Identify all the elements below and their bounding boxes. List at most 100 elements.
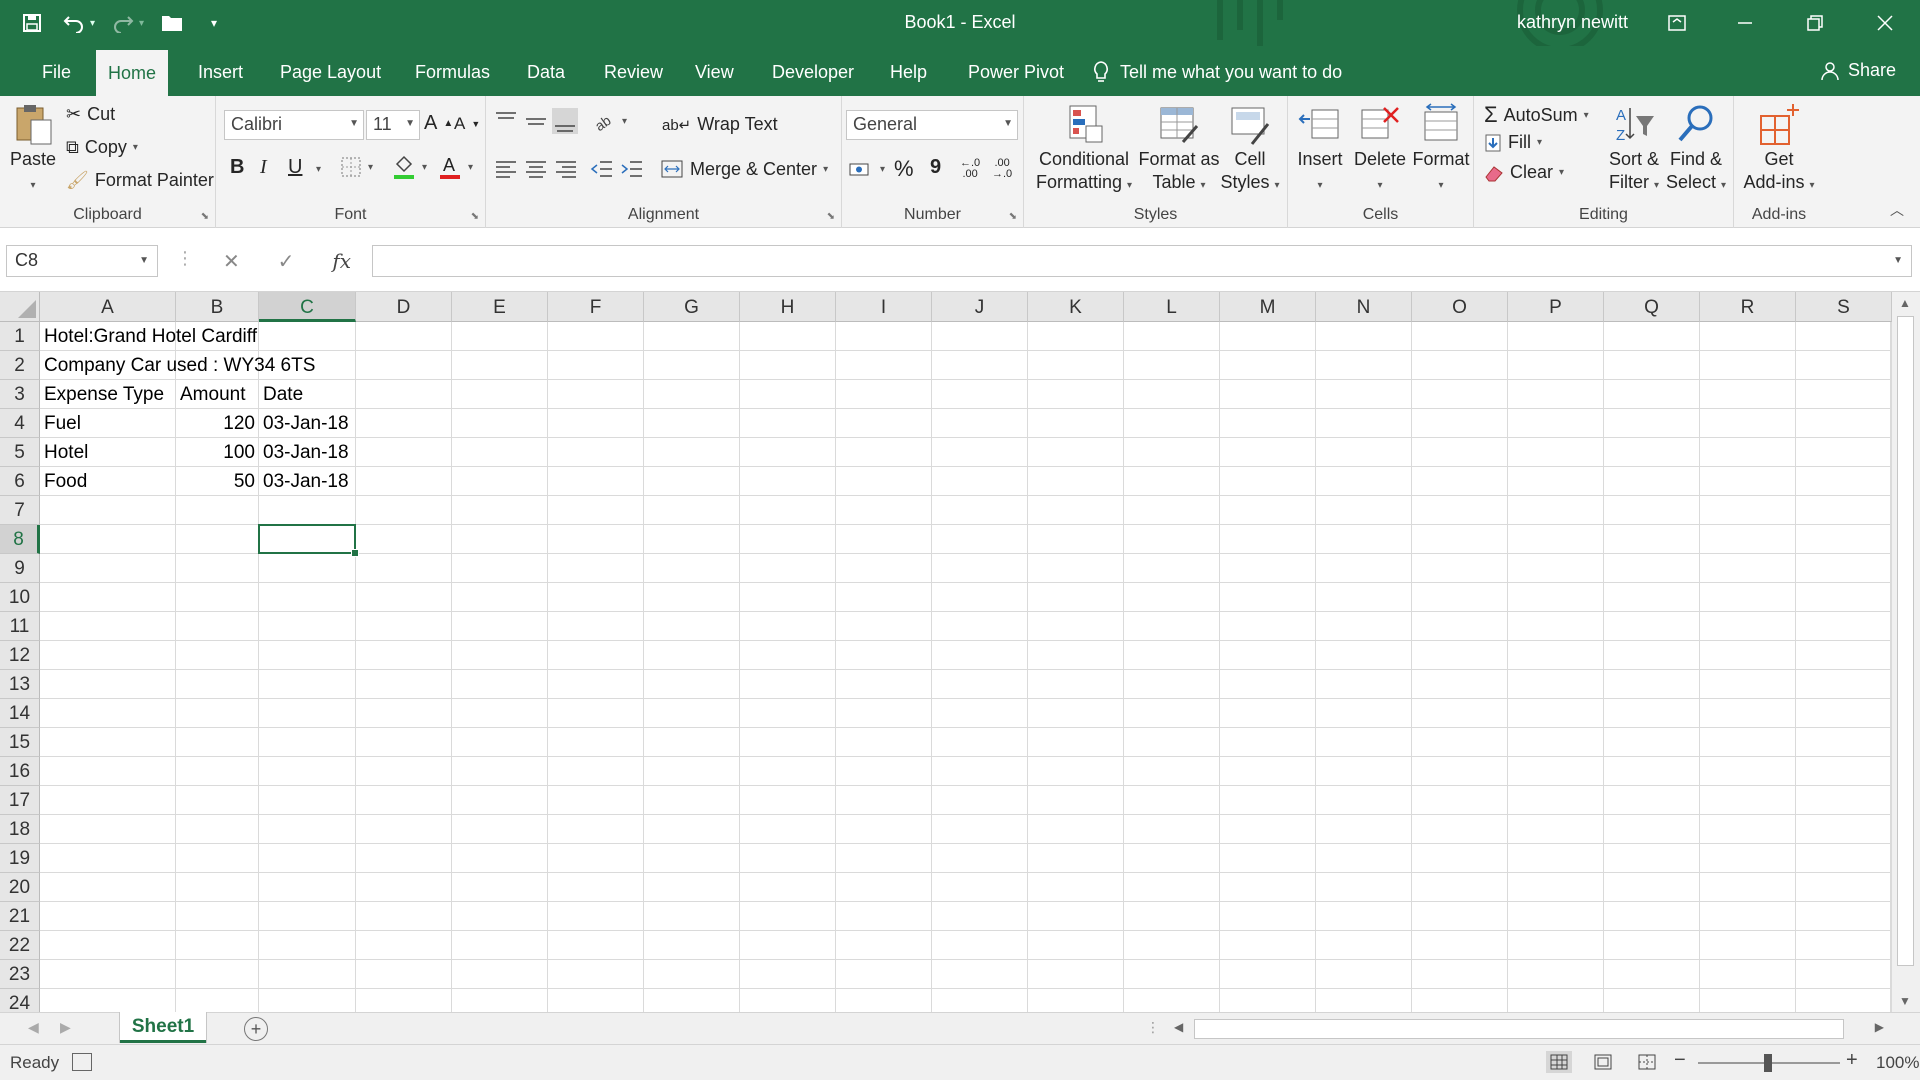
- cell-a1[interactable]: Hotel:Grand Hotel Cardiff: [40, 322, 261, 351]
- column-header-m[interactable]: M: [1220, 292, 1316, 322]
- row-header-10[interactable]: 10: [0, 583, 40, 612]
- cell-b3[interactable]: Amount: [176, 380, 249, 409]
- tab-insert[interactable]: Insert: [186, 46, 255, 96]
- zoom-level[interactable]: 100%: [1876, 1053, 1919, 1073]
- cell-b5[interactable]: 100: [176, 438, 259, 467]
- prev-sheet-icon[interactable]: ◀: [28, 1019, 39, 1036]
- formula-bar-grip-icon[interactable]: ⋮: [176, 248, 194, 269]
- cell-a2[interactable]: Company Car used : WY34 6TS: [40, 351, 319, 380]
- column-header-l[interactable]: L: [1124, 292, 1220, 322]
- sheet-tab-sheet1[interactable]: Sheet1: [120, 1012, 206, 1043]
- scroll-down-icon[interactable]: ▼: [1899, 994, 1911, 1008]
- select-all-button[interactable]: [0, 292, 40, 322]
- orientation-button[interactable]: ab ▾: [592, 110, 627, 132]
- get-addins-button[interactable]: Get Add-ins ▾: [1738, 102, 1820, 197]
- undo-dropdown-icon[interactable]: ▾: [90, 18, 95, 29]
- borders-button[interactable]: ▾: [340, 156, 373, 178]
- underline-button[interactable]: U: [288, 156, 302, 179]
- format-as-table-button[interactable]: Format as Table ▾: [1132, 102, 1226, 197]
- name-box[interactable]: C8 ▼: [6, 245, 158, 277]
- cell-a5[interactable]: Hotel: [40, 438, 92, 467]
- minimize-icon[interactable]: [1714, 0, 1776, 46]
- open-icon[interactable]: [158, 9, 186, 37]
- row-header-18[interactable]: 18: [0, 815, 40, 844]
- align-left-icon[interactable]: [494, 158, 518, 180]
- align-right-icon[interactable]: [554, 158, 578, 180]
- insert-function-icon[interactable]: fx: [332, 249, 351, 273]
- horizontal-scrollbar[interactable]: ◀ ▶: [1168, 1017, 1888, 1041]
- expand-formula-bar-icon[interactable]: ▼: [1893, 255, 1903, 266]
- italic-button[interactable]: I: [260, 156, 267, 179]
- row-header-14[interactable]: 14: [0, 699, 40, 728]
- row-header-17[interactable]: 17: [0, 786, 40, 815]
- format-painter-button[interactable]: 🖌 Format Painter: [66, 170, 214, 191]
- cell-c5[interactable]: 03-Jan-18: [259, 438, 353, 467]
- increase-decimal-button[interactable]: ←.0.00: [960, 158, 980, 180]
- align-top-icon[interactable]: [494, 110, 518, 132]
- column-header-q[interactable]: Q: [1604, 292, 1700, 322]
- fill-color-button[interactable]: ▾: [392, 154, 427, 180]
- bold-button[interactable]: B: [230, 156, 244, 179]
- percent-style-button[interactable]: %: [894, 156, 914, 182]
- normal-view-icon[interactable]: [1546, 1051, 1572, 1073]
- merge-center-button[interactable]: Merge & Center ▾: [660, 158, 828, 180]
- tab-review[interactable]: Review: [592, 46, 675, 96]
- active-cell-c8[interactable]: [258, 524, 359, 557]
- tab-page-layout[interactable]: Page Layout: [268, 46, 393, 96]
- decrease-indent-icon[interactable]: [590, 158, 614, 180]
- row-header-13[interactable]: 13: [0, 670, 40, 699]
- row-header-7[interactable]: 7: [0, 496, 40, 525]
- column-header-k[interactable]: K: [1028, 292, 1124, 322]
- column-header-o[interactable]: O: [1412, 292, 1508, 322]
- customize-quick-access-icon[interactable]: ▾: [200, 9, 228, 37]
- column-header-h[interactable]: H: [740, 292, 836, 322]
- tab-home[interactable]: Home: [96, 50, 169, 96]
- zoom-out-icon[interactable]: −: [1674, 1049, 1686, 1072]
- font-size-combo[interactable]: 11 ▼: [366, 110, 420, 140]
- macro-recording-icon[interactable]: [72, 1053, 92, 1071]
- spreadsheet-grid[interactable]: ▲ ▼ A B C D E F G H I J K L M N O P Q R S 1 2 3 4 5 6 7 8 9 10 11 12 13…: [0, 292, 1920, 1018]
- zoom-slider-thumb[interactable]: [1764, 1054, 1772, 1072]
- row-header-9[interactable]: 9: [0, 554, 40, 583]
- row-header-16[interactable]: 16: [0, 757, 40, 786]
- ribbon-display-options-icon[interactable]: [1646, 0, 1708, 46]
- zoom-in-icon[interactable]: +: [1846, 1049, 1858, 1072]
- cell-a6[interactable]: Food: [40, 467, 91, 496]
- format-cells-button[interactable]: Format ▾: [1410, 102, 1472, 197]
- row-header-12[interactable]: 12: [0, 641, 40, 670]
- page-break-preview-icon[interactable]: [1634, 1051, 1660, 1073]
- font-name-combo[interactable]: Calibri ▼: [224, 110, 364, 140]
- cell-a3[interactable]: Expense Type: [40, 380, 168, 409]
- row-header-2[interactable]: 2: [0, 351, 40, 380]
- comma-style-button[interactable]: 9: [930, 156, 941, 179]
- row-header-8[interactable]: 8: [0, 525, 40, 554]
- vertical-scroll-thumb[interactable]: [1897, 316, 1914, 966]
- column-header-e[interactable]: E: [452, 292, 548, 322]
- align-center-icon[interactable]: [524, 158, 548, 180]
- vertical-scrollbar[interactable]: ▲ ▼: [1890, 292, 1920, 1012]
- delete-cells-button[interactable]: Delete ▾: [1350, 102, 1410, 197]
- enter-entry-icon[interactable]: ✓: [278, 249, 295, 274]
- column-header-n[interactable]: N: [1316, 292, 1412, 322]
- column-header-s[interactable]: S: [1796, 292, 1892, 322]
- clipboard-launcher-icon[interactable]: ⬊: [201, 211, 209, 222]
- decrease-decimal-button[interactable]: .00 →.0: [992, 158, 1012, 180]
- underline-dropdown-icon[interactable]: ▾: [316, 164, 321, 175]
- column-header-a[interactable]: A: [40, 292, 176, 322]
- column-header-g[interactable]: G: [644, 292, 740, 322]
- row-header-19[interactable]: 19: [0, 844, 40, 873]
- new-sheet-icon[interactable]: +: [244, 1017, 268, 1041]
- shrink-font-button[interactable]: A ▼: [454, 114, 480, 134]
- tab-power-pivot[interactable]: Power Pivot: [956, 46, 1076, 96]
- formula-input[interactable]: ▼: [372, 245, 1912, 277]
- fill-button[interactable]: Fill ▾: [1484, 132, 1542, 153]
- tell-me-search[interactable]: Tell me what you want to do: [1092, 60, 1342, 84]
- tab-view[interactable]: View: [683, 46, 746, 96]
- font-launcher-icon[interactable]: ⬊: [471, 211, 479, 222]
- scroll-up-icon[interactable]: ▲: [1899, 296, 1911, 310]
- cell-styles-button[interactable]: Cell Styles ▾: [1218, 102, 1282, 197]
- close-icon[interactable]: [1854, 0, 1916, 46]
- undo-icon[interactable]: [60, 9, 88, 37]
- column-header-i[interactable]: I: [836, 292, 932, 322]
- increase-indent-icon[interactable]: [620, 158, 644, 180]
